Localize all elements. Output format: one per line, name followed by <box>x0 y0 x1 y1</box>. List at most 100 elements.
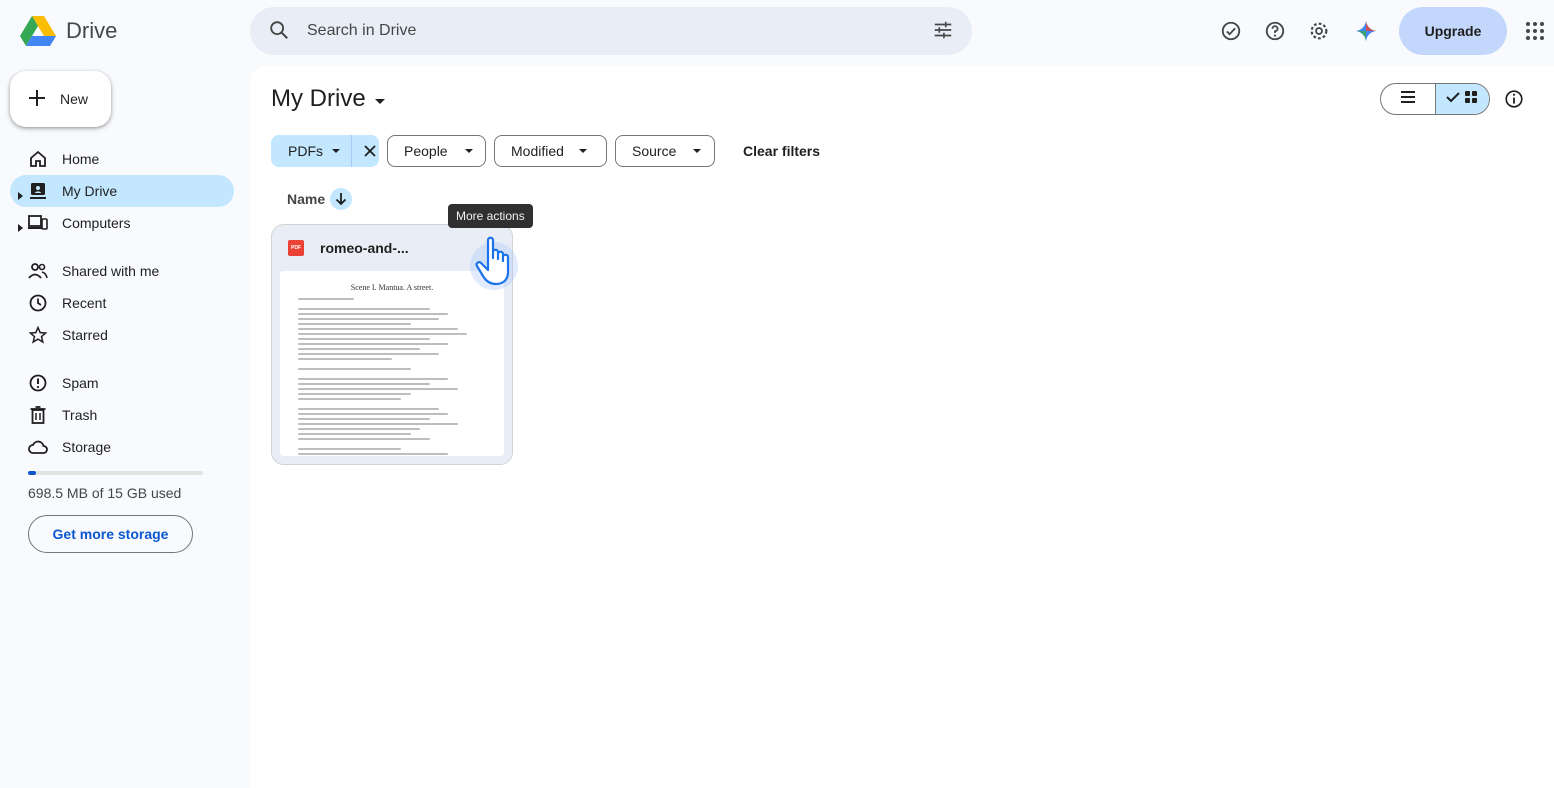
sidebar-item-spam[interactable]: Spam <box>10 367 234 399</box>
star-icon <box>28 325 48 345</box>
preview-line <box>298 328 458 330</box>
ready-for-offline-icon[interactable] <box>1219 19 1243 43</box>
preview-line <box>298 413 449 415</box>
preview-line <box>298 438 430 440</box>
type-filter-dropdown[interactable]: PDFs <box>271 135 352 167</box>
grid-icon <box>1464 90 1478 109</box>
search-icon[interactable] <box>268 19 290 46</box>
sidebar-item-label: Spam <box>62 375 99 391</box>
preview-line <box>298 318 439 320</box>
sidebar-item-computers[interactable]: Computers <box>10 207 234 239</box>
filter-chip-source[interactable]: Source <box>615 135 715 167</box>
filter-chip-people[interactable]: People <box>387 135 486 167</box>
gemini-icon[interactable] <box>1354 19 1378 43</box>
my-drive-icon <box>28 181 48 201</box>
preview-line <box>298 453 449 455</box>
file-card-header[interactable]: PDF romeo-and-... <box>288 240 409 256</box>
view-toggle[interactable] <box>1380 83 1490 115</box>
preview-line <box>298 358 392 360</box>
filter-chip-type[interactable]: PDFs <box>271 135 379 167</box>
search-input[interactable]: Search in Drive <box>307 22 416 40</box>
preview-line <box>298 398 402 400</box>
filter-chip-modified[interactable]: Modified <box>494 135 607 167</box>
preview-line <box>298 368 411 370</box>
sidebar-item-label: Home <box>62 151 100 167</box>
title-dropdown-icon[interactable] <box>374 85 386 113</box>
new-button-label: New <box>60 91 89 107</box>
preview-line <box>298 313 449 315</box>
upgrade-button[interactable]: Upgrade <box>1399 7 1507 55</box>
page-title[interactable]: My Drive <box>271 85 386 113</box>
preview-line <box>298 388 458 390</box>
search-bar[interactable]: Search in Drive <box>250 7 972 55</box>
sidebar-item-label: Storage <box>62 439 112 455</box>
preview-line <box>298 303 317 305</box>
settings-icon[interactable] <box>1307 19 1331 43</box>
preview-line <box>298 383 430 385</box>
sidebar-item-home[interactable]: Home <box>10 143 234 175</box>
sidebar-item-label: Recent <box>62 295 107 311</box>
preview-line <box>298 373 317 375</box>
help-icon[interactable] <box>1263 19 1287 43</box>
page-title-text: My Drive <box>271 85 366 112</box>
sidebar-item-label: Shared with me <box>62 263 160 279</box>
get-more-storage-button[interactable]: Get more storage <box>28 515 193 553</box>
preview-line <box>298 378 449 380</box>
spam-icon <box>28 373 48 393</box>
sidebar-item-starred[interactable]: Starred <box>10 319 234 351</box>
sidebar-item-label: My Drive <box>62 183 118 199</box>
source-filter-label: Source <box>632 143 677 159</box>
preview-text-lines <box>298 298 486 456</box>
arrow-down-icon <box>335 193 347 206</box>
app-name: Drive <box>66 18 118 43</box>
expand-caret-icon[interactable] <box>18 219 24 235</box>
sidebar-item-label: Trash <box>62 407 98 423</box>
clear-type-filter-button[interactable] <box>360 135 379 167</box>
preview-line <box>298 343 449 345</box>
preview-line <box>298 448 402 450</box>
hand-cursor-icon <box>470 232 522 299</box>
drive-logo[interactable]: Drive <box>20 14 117 48</box>
sidebar-item-storage[interactable]: Storage <box>10 431 234 463</box>
computers-icon <box>28 213 48 233</box>
sidebar-item-label: Computers <box>62 215 131 231</box>
preview-line <box>298 393 411 395</box>
sidebar-item-my-drive[interactable]: My Drive <box>10 175 234 207</box>
storage-usage-fill <box>28 471 36 475</box>
preview-title: Scene I. Mantua. A street. <box>350 283 434 292</box>
file-name: romeo-and-... <box>320 240 409 256</box>
list-icon <box>1400 90 1416 109</box>
sort-column-name[interactable]: Name <box>287 191 325 207</box>
type-filter-label: PDFs <box>288 143 323 159</box>
chevron-down-icon <box>332 149 340 153</box>
new-button[interactable]: New <box>10 71 111 127</box>
grid-view-button[interactable] <box>1434 84 1489 114</box>
more-actions-tooltip: More actions <box>448 204 533 228</box>
preview-line <box>298 443 317 445</box>
sort-direction-button[interactable] <box>330 188 352 210</box>
sidebar-item-label: Starred <box>62 327 108 343</box>
preview-line <box>298 353 439 355</box>
cloud-icon <box>28 437 48 457</box>
storage-usage-text: 698.5 MB of 15 GB used <box>28 485 182 501</box>
sidebar-item-shared-with-me[interactable]: Shared with me <box>10 255 234 287</box>
list-view-button[interactable] <box>1381 84 1435 114</box>
modified-filter-label: Modified <box>511 143 564 159</box>
search-options-icon[interactable] <box>932 19 954 46</box>
preview-line <box>298 363 317 365</box>
people-filter-label: People <box>404 143 448 159</box>
storage-usage-bar <box>28 471 203 475</box>
sidebar-item-trash[interactable]: Trash <box>10 399 234 431</box>
sidebar-item-recent[interactable]: Recent <box>10 287 234 319</box>
apps-grid-icon[interactable] <box>1523 19 1547 43</box>
plus-icon <box>28 89 46 110</box>
preview-line <box>298 428 421 430</box>
chevron-down-icon <box>464 149 473 153</box>
clock-icon <box>28 293 48 313</box>
info-icon[interactable] <box>1503 88 1525 115</box>
chevron-down-icon <box>693 149 702 153</box>
preview-line <box>298 418 430 420</box>
clear-filters-button[interactable]: Clear filters <box>743 143 820 159</box>
preview-line <box>298 423 458 425</box>
expand-caret-icon[interactable] <box>18 187 24 203</box>
